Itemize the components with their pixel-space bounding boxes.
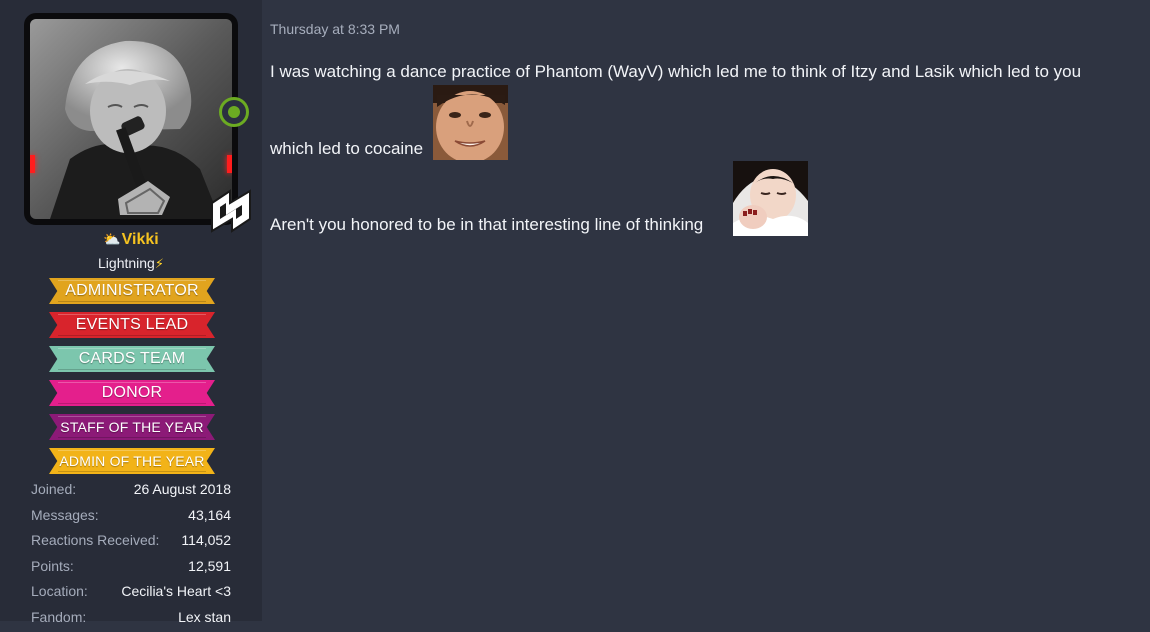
stat-value: Lex stan: [178, 607, 231, 632]
banner-events-lead: EVENTS LEAD: [49, 312, 215, 338]
stat-value: 26 August 2018: [134, 479, 231, 505]
online-status-icon: [219, 97, 249, 127]
avatar-container: [24, 13, 238, 225]
stat-location: Location: Cecilia's Heart <3: [31, 581, 231, 607]
stat-value[interactable]: 43,164: [188, 505, 231, 531]
stat-label: Points:: [31, 556, 74, 582]
reaction-image-smile[interactable]: [433, 85, 508, 160]
reaction-image-praying[interactable]: [733, 161, 808, 236]
user-banners: ADMINISTRATOR EVENTS LEAD CARDS TEAM DON…: [49, 278, 215, 482]
stat-label: Reactions Received:: [31, 530, 159, 556]
user-stats: Joined: 26 August 2018 Messages: 43,164 …: [31, 479, 231, 632]
user-sidebar: ⛅Vikki Lightning⚡ ADMINISTRATOR EVENTS L…: [0, 0, 262, 621]
stat-points: Points: 12,591: [31, 556, 231, 582]
post-timestamp[interactable]: Thursday at 8:33 PM: [270, 21, 400, 37]
stat-value[interactable]: 12,591: [188, 556, 231, 582]
stat-messages: Messages: 43,164: [31, 505, 231, 531]
stat-label: Location:: [31, 581, 88, 607]
banner-admin-of-the-year: ADMIN OF THE YEAR: [49, 448, 215, 474]
user-title: Lightning⚡: [0, 255, 262, 272]
stat-reactions: Reactions Received: 114,052: [31, 530, 231, 556]
stat-label: Joined:: [31, 479, 76, 505]
sun-behind-cloud-icon: ⛅: [103, 231, 120, 248]
stat-fandom: Fandom: Lex stan: [31, 607, 231, 632]
lightning-icon: ⚡: [155, 256, 164, 271]
stat-label: Messages:: [31, 505, 99, 531]
banner-staff-of-the-year: STAFF OF THE YEAR: [49, 414, 215, 440]
group-logo-icon: [206, 185, 256, 233]
post-text-line: which led to cocaine: [270, 139, 423, 159]
post-text-line: I was watching a dance practice of Phant…: [270, 62, 1081, 82]
username-text[interactable]: Vikki: [122, 231, 159, 248]
stat-value[interactable]: Cecilia's Heart <3: [121, 581, 231, 607]
post-text-line: Aren't you honored to be in that interes…: [270, 215, 703, 235]
username[interactable]: ⛅Vikki: [0, 231, 262, 249]
stat-joined: Joined: 26 August 2018: [31, 479, 231, 505]
avatar-accent-right: [227, 155, 232, 173]
stat-label: Fandom:: [31, 607, 86, 632]
banner-administrator: ADMINISTRATOR: [49, 278, 215, 304]
banner-donor: DONOR: [49, 380, 215, 406]
avatar-accent-left: [30, 155, 35, 173]
banner-cards-team: CARDS TEAM: [49, 346, 215, 372]
stat-value: 114,052: [181, 530, 231, 556]
user-title-text: Lightning: [98, 255, 155, 271]
